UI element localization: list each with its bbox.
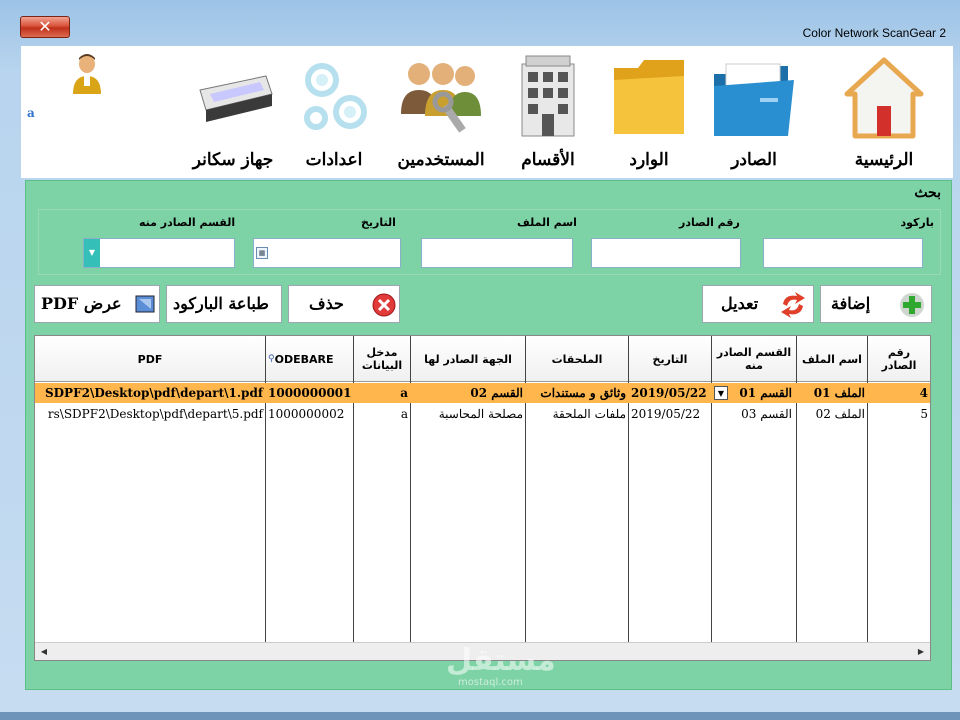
refresh-icon (777, 292, 809, 322)
watermark-url: mostaql.com (458, 677, 523, 688)
toolbar-label-outgoing: الصادر (731, 150, 777, 170)
scanner-icon (190, 54, 276, 144)
search-box: باركود رقم الصادر اسم الملف التاريخ ▦ ال… (38, 209, 941, 275)
main-toolbar: a الرئيسية الصادر الوارد الأقسام المستخد… (21, 46, 953, 178)
user-avatar-icon (69, 50, 105, 96)
col-header-attachments[interactable]: الملحقات (526, 336, 628, 382)
date-input[interactable]: ▦ (253, 238, 401, 268)
col-header-department[interactable]: القسم الصادر منه (712, 336, 796, 382)
cell-entered-by: a (400, 407, 408, 421)
plus-icon (899, 292, 925, 322)
toolbar-scanner[interactable]: جهاز سكانر (178, 54, 288, 174)
cell-pdf: SDPF2\Desktop\pdf\depart\1.pdf (44, 386, 263, 400)
search-title: بحث (914, 185, 941, 201)
scroll-left-icon[interactable]: ◀ (37, 645, 51, 659)
users-keys-icon (395, 54, 487, 144)
toolbar-home[interactable]: الرئيسية (829, 54, 939, 174)
toolbar-outgoing[interactable]: الصادر (699, 54, 809, 174)
delete-icon (371, 292, 397, 322)
barcode-label: باركود (900, 216, 934, 229)
from-department-select[interactable]: ▼ (83, 238, 235, 268)
taskbar (0, 712, 960, 720)
cell-destination: مصلحة المحاسبة (438, 407, 523, 421)
cell-number: 4 (919, 386, 928, 400)
watermark-logo: مستقل (446, 643, 556, 678)
cell-pdf: rs\SDPF2\Desktop\pdf\depart\5.pdf (47, 407, 263, 421)
print-barcode-button[interactable]: طباعة الباركود (166, 285, 282, 323)
col-header-number[interactable]: رقم الصادر (868, 336, 930, 382)
cell-file-name: الملف 02 (815, 407, 865, 421)
file-name-label: اسم الملف (517, 216, 577, 229)
add-button[interactable]: إضافة (820, 285, 932, 323)
col-header-destination[interactable]: الجهة الصادر لها (411, 336, 525, 382)
outgoing-table: PDF ⚲ ODEBARE مدخل البيانات الجهة الصادر … (34, 335, 931, 661)
toolbar-users[interactable]: المستخدمين (386, 54, 496, 174)
cell-number: 5 (920, 407, 928, 421)
pdf-icon (135, 295, 155, 317)
toolbar-departments[interactable]: الأقسام (493, 54, 603, 174)
close-button[interactable]: ✕ (20, 16, 70, 38)
cell-attachments: ملفات الملحقة (552, 407, 626, 421)
cell-barcode: 1000000002 (268, 407, 345, 421)
table-row[interactable]: rs\SDPF2\Desktop\pdf\depart\5.pdf 100000… (35, 404, 930, 424)
cell-department[interactable]: القسم 01 ▼ (712, 383, 796, 403)
col-header-entered-by[interactable]: مدخل البيانات (354, 336, 410, 382)
main-panel: بحث باركود رقم الصادر اسم الملف التاريخ … (25, 180, 952, 690)
toolbar-settings[interactable]: اعدادات (279, 54, 389, 174)
add-button-label: إضافة (831, 294, 871, 313)
edit-button[interactable]: تعديل (702, 285, 814, 323)
cell-department: القسم 03 (741, 407, 792, 421)
col-header-barcode[interactable]: ⚲ ODEBARE (266, 336, 353, 382)
toolbar-label-users: المستخدمين (397, 150, 485, 170)
print-barcode-label: طباعة الباركود (173, 294, 269, 313)
cell-department-value: القسم 01 (739, 386, 792, 400)
toolbar-label-departments: الأقسام (521, 150, 575, 170)
cell-destination: القسم 02 (470, 386, 523, 400)
view-pdf-button[interactable]: PDF عرض (34, 285, 160, 323)
pin-icon: ⚲ (268, 353, 275, 364)
dropdown-arrow-icon[interactable]: ▼ (714, 386, 728, 400)
outgoing-number-label: رقم الصادر (679, 216, 740, 229)
outgoing-number-input[interactable] (591, 238, 741, 268)
yellow-folder-icon (610, 54, 688, 144)
cell-barcode: 1000000001 (268, 386, 352, 400)
view-pdf-label: PDF عرض (41, 294, 122, 313)
window-titlebar: ✕ Color Network ScanGear 2 (0, 0, 960, 44)
toolbar-label-settings: اعدادات (305, 150, 363, 170)
user-name: a (27, 106, 35, 120)
toolbar-label-incoming: الوارد (629, 150, 669, 170)
gears-icon (294, 54, 374, 144)
building-icon (516, 54, 580, 144)
calendar-icon[interactable]: ▦ (256, 247, 268, 259)
col-header-date[interactable]: التاريخ (629, 336, 711, 382)
barcode-input[interactable] (763, 238, 923, 268)
table-row[interactable]: SDPF2\Desktop\pdf\depart\1.pdf 100000000… (35, 383, 930, 403)
cell-entered-by: a (400, 386, 408, 400)
chevron-down-icon[interactable]: ▼ (84, 239, 100, 267)
cell-date: 2019/05/22 (631, 386, 707, 400)
cell-file-name: الملف 01 (813, 386, 865, 400)
delete-button[interactable]: حذف (288, 285, 400, 323)
cell-date: 2019/05/22 (631, 407, 701, 421)
blue-folder-icon (708, 54, 800, 144)
delete-button-label: حذف (309, 294, 344, 313)
scroll-right-icon[interactable]: ▶ (914, 645, 928, 659)
edit-button-label: تعديل (721, 294, 759, 313)
col-header-barcode-label: ODEBARE (274, 352, 334, 366)
col-header-pdf[interactable]: PDF (35, 336, 265, 382)
home-icon (841, 54, 927, 144)
toolbar-incoming[interactable]: الوارد (594, 54, 704, 174)
date-label: التاريخ (361, 216, 396, 229)
from-department-label: القسم الصادر منه (139, 216, 236, 229)
file-name-input[interactable] (421, 238, 573, 268)
window-title: Color Network ScanGear 2 (802, 26, 946, 40)
col-header-file-name[interactable]: اسم الملف (797, 336, 867, 382)
toolbar-label-home: الرئيسية (854, 150, 914, 170)
toolbar-label-scanner: جهاز سكانر (192, 150, 274, 170)
cell-attachments: وثائق و مستندات (540, 386, 626, 400)
